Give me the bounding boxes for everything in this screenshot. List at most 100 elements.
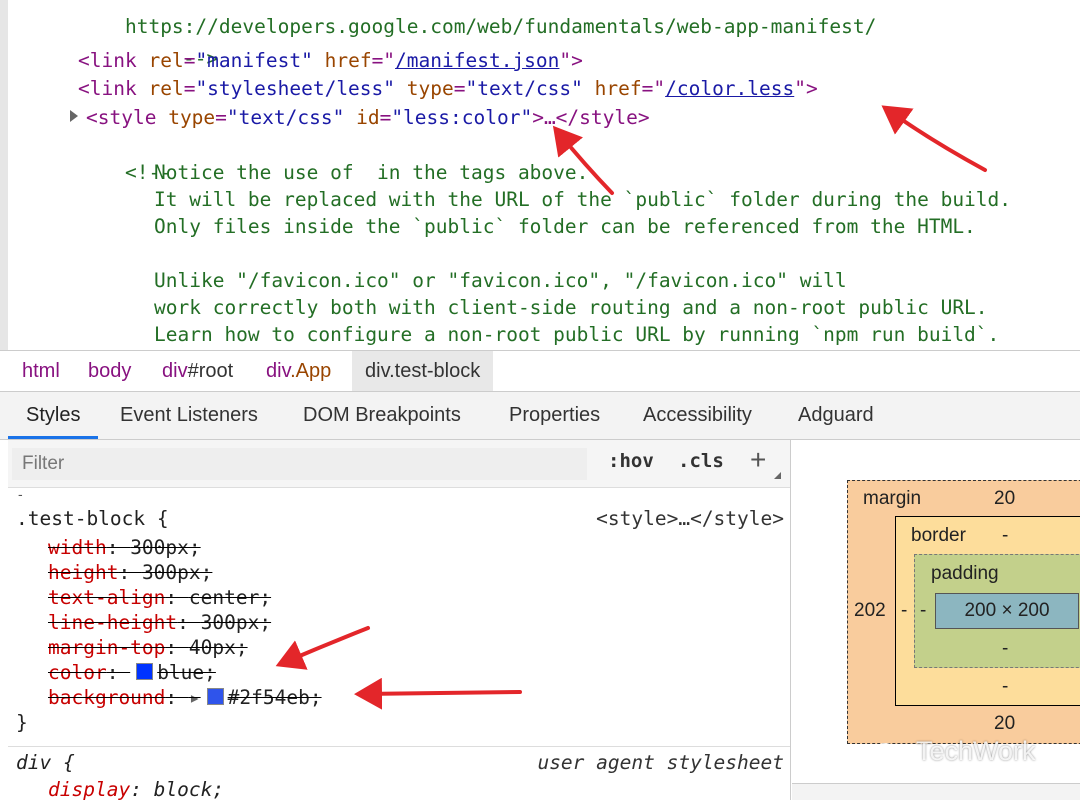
property-value: 300px; bbox=[141, 561, 213, 584]
attribute-name: rel bbox=[148, 77, 184, 100]
corner-triangle-icon bbox=[774, 472, 781, 479]
scroll-marker: - bbox=[18, 486, 23, 502]
tag-name: <link bbox=[78, 77, 137, 100]
property-value: 300px; bbox=[130, 536, 201, 559]
attribute-value: "manifest" bbox=[195, 49, 313, 72]
comment-line: It will be replaced with the URL of the … bbox=[154, 188, 1012, 211]
breadcrumb-item-app[interactable]: div.App bbox=[258, 351, 339, 391]
box-model-content[interactable]: 200 × 200 bbox=[935, 593, 1079, 629]
attribute-name: href bbox=[324, 49, 372, 72]
margin-top-value[interactable]: 20 bbox=[994, 488, 1015, 510]
attribute-name: type bbox=[168, 106, 216, 129]
margin-bottom-value[interactable]: 20 bbox=[994, 713, 1015, 735]
expand-triangle-icon[interactable] bbox=[70, 110, 78, 122]
property-value: blue; bbox=[157, 661, 216, 684]
css-property-row[interactable]: background: ▸ #2f54eb; bbox=[48, 685, 322, 710]
wechat-logo-icon bbox=[873, 743, 906, 766]
property-value: center; bbox=[188, 586, 272, 609]
filter-input[interactable] bbox=[12, 448, 587, 480]
breadcrumb-suffix: .test-block bbox=[389, 360, 481, 382]
tab-styles[interactable]: Styles bbox=[8, 392, 99, 439]
tab-dom-breakpoints[interactable]: DOM Breakpoints bbox=[303, 392, 461, 438]
css-property-row[interactable]: color: blue; bbox=[48, 660, 216, 685]
breadcrumb-item-test-block[interactable]: div.test-block bbox=[352, 351, 494, 391]
property-name: text-align bbox=[48, 586, 166, 609]
css-property-row[interactable]: height: 300px; bbox=[48, 560, 212, 585]
breadcrumb-tag: div bbox=[266, 360, 291, 382]
attribute-value: "text/css" bbox=[465, 77, 583, 100]
breadcrumb-suffix: #root bbox=[187, 360, 234, 382]
sidebar-tab-bar: Styles Event Listeners DOM Breakpoints P… bbox=[0, 392, 1080, 440]
cls-button[interactable]: .cls bbox=[678, 450, 724, 472]
rule-selector[interactable]: .test-block { bbox=[16, 506, 169, 531]
styles-pane: :hov .cls + - .test-block { <style>…</st… bbox=[8, 440, 791, 800]
property-name: width bbox=[48, 536, 107, 559]
property-name: background bbox=[48, 686, 166, 709]
comment-text: https://developers.google.com/web/fundam… bbox=[124, 15, 877, 38]
expand-arrow-icon[interactable]: ▸ bbox=[189, 686, 201, 709]
tag-close: > bbox=[806, 77, 818, 100]
comment-line: Learn how to configure a non-root public… bbox=[154, 323, 1000, 346]
filter-bar: :hov .cls + bbox=[8, 440, 790, 488]
border-bottom-value[interactable]: - bbox=[1002, 676, 1008, 698]
breadcrumb-item-body[interactable]: body bbox=[80, 351, 139, 391]
hov-button[interactable]: :hov bbox=[608, 450, 654, 472]
margin-left-value[interactable]: 202 bbox=[854, 600, 886, 622]
property-name: margin-top bbox=[48, 636, 166, 659]
comment-line: Unlike "/favicon.ico" or "favicon.ico", … bbox=[154, 269, 847, 292]
tab-adguard[interactable]: Adguard bbox=[798, 392, 874, 438]
padding-left-value[interactable]: - bbox=[920, 600, 926, 622]
padding-bottom-value[interactable]: - bbox=[1002, 638, 1008, 660]
breadcrumb-tag: html bbox=[22, 360, 60, 382]
tag-close: >…</style> bbox=[532, 106, 650, 129]
attribute-name: type bbox=[406, 77, 454, 100]
breadcrumb-item-root[interactable]: div#root bbox=[154, 351, 241, 391]
css-property-row[interactable]: width: 300px; bbox=[48, 535, 201, 560]
attribute-name: href bbox=[594, 77, 642, 100]
property-value: 300px; bbox=[200, 611, 272, 634]
property-value: block; bbox=[153, 778, 225, 800]
style-tag-line[interactable]: <style type="text/css" id="less:color">…… bbox=[86, 104, 650, 131]
rule-selector[interactable]: div { bbox=[16, 750, 75, 775]
tab-accessibility[interactable]: Accessibility bbox=[643, 392, 752, 438]
property-name: display bbox=[48, 778, 131, 800]
breadcrumb-tag: body bbox=[88, 360, 132, 382]
rule-source-link[interactable]: <style>…</style> bbox=[596, 506, 784, 531]
attribute-value: "text/css" bbox=[226, 106, 345, 129]
css-property-row[interactable]: text-align: center; bbox=[48, 585, 271, 610]
property-value: #2f54eb; bbox=[227, 686, 322, 709]
tag-close: > bbox=[571, 49, 583, 72]
css-property-row[interactable]: line-height: 300px; bbox=[48, 610, 271, 635]
breadcrumb-item-html[interactable]: html bbox=[14, 351, 68, 391]
margin-label: margin bbox=[863, 488, 922, 509]
border-top-value[interactable]: - bbox=[1002, 525, 1008, 547]
link-less-line[interactable]: <link rel="stylesheet/less" type="text/c… bbox=[78, 75, 818, 102]
link-manifest-line[interactable]: <link rel="manifest" href="/manifest.jso… bbox=[78, 47, 583, 74]
tab-event-listeners[interactable]: Event Listeners bbox=[120, 392, 258, 438]
attribute-value: "stylesheet/less" bbox=[195, 77, 396, 100]
watermark-text: TechWork bbox=[916, 736, 1036, 766]
elements-source-panel: https://developers.google.com/web/fundam… bbox=[0, 0, 1080, 350]
property-value: 40px; bbox=[188, 636, 248, 659]
breadcrumb-suffix: .App bbox=[290, 360, 332, 382]
add-rule-button[interactable]: + bbox=[750, 444, 766, 476]
padding-label: padding bbox=[931, 563, 999, 584]
css-property-row[interactable]: display: block; bbox=[48, 777, 224, 800]
color-swatch-icon[interactable] bbox=[136, 663, 154, 680]
manifest-link[interactable]: /manifest.json bbox=[395, 49, 559, 72]
tab-properties[interactable]: Properties bbox=[509, 392, 600, 438]
color-less-link[interactable]: /color.less bbox=[665, 77, 794, 100]
attribute-value: "less:color" bbox=[391, 106, 533, 129]
attribute-name: id bbox=[356, 106, 380, 129]
property-name: color bbox=[48, 661, 107, 684]
tag-name: <style bbox=[86, 106, 157, 129]
css-property-row[interactable]: margin-top: 40px; bbox=[48, 635, 248, 660]
color-swatch-icon[interactable] bbox=[206, 688, 224, 705]
computed-filter-bar bbox=[792, 783, 1080, 800]
property-name: line-height bbox=[48, 611, 178, 634]
border-left-value[interactable]: - bbox=[901, 600, 907, 622]
breadcrumb: html body div#root div.App div.test-bloc… bbox=[0, 350, 1080, 392]
border-label: border bbox=[911, 525, 966, 546]
comment-line: work correctly both with client-side rou… bbox=[154, 296, 988, 319]
breadcrumb-tag: div bbox=[365, 360, 390, 382]
